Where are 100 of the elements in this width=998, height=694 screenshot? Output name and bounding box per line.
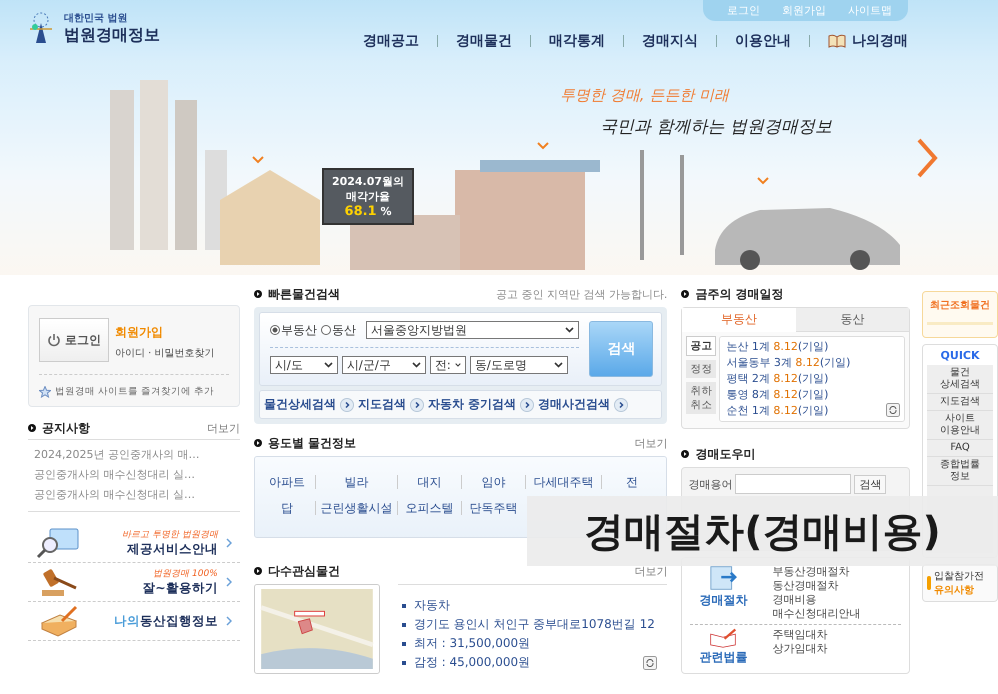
schedule-item[interactable]: 평택 2계 8.12(기일) — [726, 371, 828, 387]
refresh-icon[interactable] — [643, 656, 658, 670]
category-link[interactable]: 임야 — [481, 474, 506, 490]
quick-menu-item[interactable]: 사이트 이용안내 — [927, 411, 993, 440]
recent-items-title: 최근조회물건 — [930, 299, 990, 312]
quick-menu-item[interactable]: FAQ — [927, 440, 993, 457]
book-icon — [828, 34, 846, 48]
category-link[interactable]: 대지 — [417, 474, 442, 490]
nav-item[interactable]: 매각통계 — [549, 32, 605, 50]
caution-banner[interactable]: 입찰참가전 유의사항 — [922, 564, 998, 602]
court-select[interactable]: 서울중앙지방법원 — [366, 321, 580, 339]
region-select[interactable]: 시/도 — [270, 356, 338, 374]
search-link[interactable]: 지도검색 — [358, 396, 406, 413]
category-link[interactable]: 전 — [626, 474, 638, 490]
nav-item[interactable]: 경매지식 — [642, 32, 698, 50]
search-button[interactable]: 검색 — [854, 474, 886, 494]
bullet-icon — [681, 450, 690, 458]
quick-menu-item[interactable]: 물건 상세검색 — [927, 365, 993, 394]
chevron-right-icon — [410, 398, 424, 412]
tab[interactable]: 부동산 — [682, 308, 796, 332]
chevron-right-icon — [226, 616, 232, 626]
guide-link[interactable]: 상가임대차 — [772, 642, 828, 656]
login-button[interactable]: 로그인 — [39, 318, 109, 362]
chevron-right-icon — [520, 398, 534, 412]
search-link[interactable]: 물건상세검색 — [264, 396, 336, 413]
category-link[interactable]: 다세대주택 — [533, 474, 594, 490]
tooltip-overlay: 경매절차(경매비용) — [527, 496, 998, 566]
chevron-down-icon[interactable] — [757, 177, 769, 185]
promo-link[interactable]: 잘~활용하기 — [142, 580, 218, 597]
bullet-icon — [28, 424, 36, 432]
caret-icon — [324, 362, 333, 368]
more-link[interactable]: 더보기 — [634, 564, 668, 578]
nav-item[interactable]: 나의경매 — [852, 32, 908, 50]
category-link[interactable]: 단독주택 — [469, 500, 518, 516]
caret-icon — [454, 362, 461, 368]
guide-link[interactable]: 동산경매절차 — [772, 579, 860, 593]
category-link[interactable]: 빌라 — [344, 474, 368, 490]
property-info[interactable]: 경기도 용인시 처인구 중부대로1078번길 12 — [414, 616, 655, 633]
section-title: 용도별 물건정보 — [268, 434, 356, 452]
chevron-down-icon[interactable] — [252, 156, 264, 164]
region-select[interactable]: 시/군/구 — [342, 356, 426, 374]
notice-link[interactable]: 공인중개사의 매수신청대리 실… — [34, 487, 240, 502]
radio-option[interactable]: 동산 — [320, 322, 356, 338]
logo-subtitle: 대한민국 법원 — [64, 12, 128, 24]
schedule-item[interactable]: 통영 8계 8.12(기일) — [726, 387, 828, 403]
guide-title[interactable]: 관련법률 — [699, 649, 748, 666]
quick-menu-item[interactable]: 지도검색 — [927, 394, 993, 411]
notice-link[interactable]: 공인중개사의 매수신청대리 실… — [34, 467, 240, 482]
search-link[interactable]: 자동차 중기검색 — [428, 396, 516, 413]
property-info[interactable]: 감정 : 45,000,000원 — [414, 654, 530, 671]
find-account-link[interactable]: 아이디 · 비밀번호찾기 — [115, 346, 215, 360]
bullet-icon — [254, 567, 262, 575]
promo-link[interactable]: 제공서비스안내 — [126, 541, 218, 558]
refresh-icon[interactable] — [886, 403, 900, 417]
category-link[interactable]: 아파트 — [268, 474, 305, 490]
nav-item[interactable]: 경매공고 — [363, 32, 419, 50]
schedule-item[interactable]: 논산 1계 8.12(기일) — [726, 339, 828, 355]
nav-item[interactable]: 경매물건 — [456, 32, 512, 50]
guide-link[interactable]: 부동산경매절차 — [772, 565, 860, 579]
sale-rate-text: 68.1 % — [344, 204, 392, 219]
property-info[interactable]: 최저 : 31,500,000원 — [414, 635, 530, 652]
schedule-item[interactable]: 서울동부 3계 8.12(기일) — [726, 355, 850, 371]
category-link[interactable]: 오피스텔 — [405, 500, 454, 516]
caret-icon — [412, 362, 421, 368]
schedule-item[interactable]: 순천 1계 8.12(기일) — [726, 403, 828, 419]
search-link[interactable]: 경매사건검색 — [538, 396, 610, 413]
category-link[interactable]: 답 — [280, 500, 293, 516]
section-title: 금주의 경매일정 — [695, 286, 784, 302]
guide-link[interactable]: 경매비용 — [772, 593, 860, 607]
notice-link[interactable]: 2024,2025년 공인중개사의 매… — [34, 447, 240, 462]
caution-text: 입찰참가전 — [934, 570, 984, 583]
promo-link[interactable]: 나의동산집행정보 — [114, 612, 218, 630]
property-info[interactable]: 자동차 — [414, 597, 450, 614]
side-tab[interactable]: 정정 — [686, 360, 716, 378]
square-bullet-icon — [402, 604, 406, 608]
bullet-icon — [681, 290, 690, 298]
section-title: 경매도우미 — [695, 446, 756, 462]
banner-subtitle: 국민과 함께하는 법원경매정보 — [600, 116, 832, 138]
term-input-field[interactable] — [735, 474, 852, 494]
tab[interactable]: 동산 — [796, 308, 910, 332]
region-select[interactable]: 전: — [430, 356, 466, 374]
more-link[interactable]: 더보기 — [634, 436, 668, 450]
logo-title[interactable]: 법원경매정보 — [64, 24, 160, 46]
chevron-down-icon[interactable] — [537, 142, 549, 150]
side-tab[interactable]: 공고 — [686, 336, 716, 356]
side-tab[interactable]: 취하 취소 — [686, 382, 716, 414]
nav-item[interactable]: 이용안내 — [735, 32, 791, 50]
category-link[interactable]: 근린생활시설 — [320, 500, 392, 516]
square-bullet-icon — [402, 622, 406, 626]
section-title: 다수관심물건 — [268, 562, 340, 580]
caret-icon — [554, 362, 563, 368]
radio-option[interactable]: 부동산 — [270, 322, 317, 338]
section-title: 빠른물건검색 — [268, 286, 340, 302]
guide-link[interactable]: 매수신청대리안내 — [772, 607, 860, 621]
quick-menu-item[interactable]: 종합법률 정보 — [927, 457, 993, 486]
region-select[interactable]: 동/도로명 — [470, 356, 568, 374]
guide-title[interactable]: 경매절차 — [699, 592, 748, 609]
more-link[interactable]: 더보기 — [206, 420, 240, 436]
guide-link[interactable]: 주택임대차 — [772, 628, 828, 642]
bookmark-link[interactable]: 법원경매 사이트를 즐겨찾기에 추가 — [55, 385, 214, 398]
